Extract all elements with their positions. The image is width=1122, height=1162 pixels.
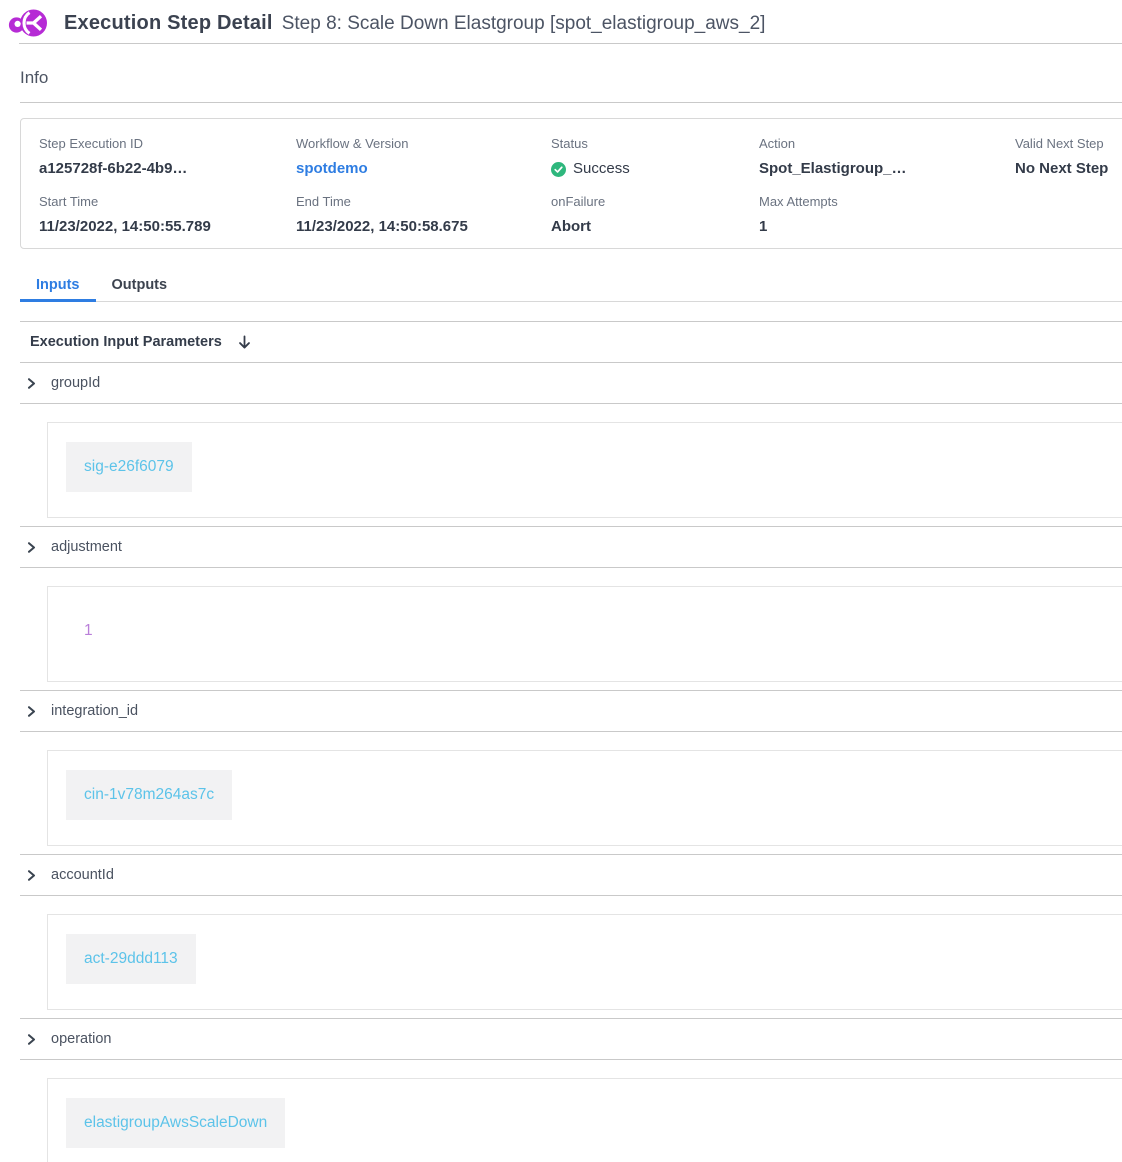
field-label: Status: [551, 135, 759, 152]
header-divider: [19, 43, 1122, 44]
param-value-number: 1: [66, 606, 111, 656]
param-name: adjustment: [51, 539, 122, 555]
field-label: Action: [759, 135, 1015, 152]
chevron-right-icon: [26, 542, 37, 553]
field-value: 1: [759, 217, 1015, 237]
field-label: onFailure: [551, 193, 759, 210]
field-end-time: End Time 11/23/2022, 14:50:58.675: [296, 193, 551, 237]
tab-inputs[interactable]: Inputs: [20, 270, 96, 302]
tabbar: Inputs Outputs: [20, 270, 1122, 302]
page-subtitle: Step 8: Scale Down Elastgroup [spot_elas…: [282, 13, 766, 35]
inputs-panel: Execution Input Parameters groupId sig-e…: [0, 321, 1122, 1162]
param-body-groupid: sig-e26f6079: [0, 404, 1122, 526]
workflow-link[interactable]: spotdemo: [296, 159, 551, 179]
app-header: Execution Step Detail Step 8: Scale Down…: [0, 0, 1122, 43]
panel-title-row: Execution Input Parameters: [0, 322, 1122, 362]
page-title: Execution Step Detail: [64, 12, 273, 35]
param-value-chip: act-29ddd113: [66, 934, 196, 984]
field-value: Spot_Elastigroup_…: [759, 159, 1015, 179]
param-header-adjustment[interactable]: adjustment: [0, 527, 1122, 567]
arrow-down-icon[interactable]: [237, 335, 252, 350]
info-section-title: Info: [20, 66, 1122, 90]
chevron-right-icon: [26, 378, 37, 389]
param-header-accountid[interactable]: accountId: [0, 855, 1122, 895]
param-name: accountId: [51, 867, 114, 883]
spot-logo-icon: [8, 6, 50, 42]
field-value: 11/23/2022, 14:50:55.789: [39, 217, 296, 237]
field-value: No Next Step: [1015, 159, 1122, 179]
param-name: groupId: [51, 375, 100, 391]
field-valid-next-step: Valid Next Step No Next Step: [1015, 135, 1122, 179]
field-start-time: Start Time 11/23/2022, 14:50:55.789: [39, 193, 296, 237]
field-value: Abort: [551, 217, 759, 237]
field-value: a125728f-6b22-4b9…: [39, 159, 296, 179]
field-action: Action Spot_Elastigroup_…: [759, 135, 1015, 179]
param-name: operation: [51, 1031, 111, 1047]
field-max-attempts: Max Attempts 1: [759, 193, 1015, 237]
param-value-chip: sig-e26f6079: [66, 442, 192, 492]
field-value: 11/23/2022, 14:50:58.675: [296, 217, 551, 237]
field-label: Max Attempts: [759, 193, 1015, 210]
field-label: Valid Next Step: [1015, 135, 1122, 152]
chevron-right-icon: [26, 870, 37, 881]
tab-outputs[interactable]: Outputs: [96, 270, 184, 302]
field-label: Step Execution ID: [39, 135, 296, 152]
param-body-operation: elastigroupAwsScaleDown: [0, 1060, 1122, 1162]
field-label: Start Time: [39, 193, 296, 210]
param-value-box: cin-1v78m264as7c: [47, 750, 1122, 846]
field-status: Status Success: [551, 135, 759, 179]
status-text: Success: [573, 159, 630, 179]
param-value-chip: elastigroupAwsScaleDown: [66, 1098, 285, 1148]
check-circle-icon: [551, 162, 566, 177]
param-body-accountid: act-29ddd113: [0, 896, 1122, 1018]
panel-title: Execution Input Parameters: [30, 334, 222, 350]
param-body-integration-id: cin-1v78m264as7c: [0, 732, 1122, 854]
info-divider: [20, 102, 1122, 103]
status-badge: Success: [551, 159, 759, 179]
param-value-box: act-29ddd113: [47, 914, 1122, 1010]
param-value-box: 1: [47, 586, 1122, 682]
info-card: Step Execution ID a125728f-6b22-4b9… Wor…: [20, 118, 1122, 249]
field-label: End Time: [296, 193, 551, 210]
field-onfailure: onFailure Abort: [551, 193, 759, 237]
field-workflow-version: Workflow & Version spotdemo: [296, 135, 551, 179]
param-header-operation[interactable]: operation: [0, 1019, 1122, 1059]
param-body-adjustment: 1: [0, 568, 1122, 690]
param-name: integration_id: [51, 703, 138, 719]
param-header-groupid[interactable]: groupId: [0, 363, 1122, 403]
param-value-box: sig-e26f6079: [47, 422, 1122, 518]
chevron-right-icon: [26, 1034, 37, 1045]
param-header-integration-id[interactable]: integration_id: [0, 691, 1122, 731]
chevron-right-icon: [26, 706, 37, 717]
param-value-box: elastigroupAwsScaleDown: [47, 1078, 1122, 1162]
param-value-chip: cin-1v78m264as7c: [66, 770, 232, 820]
field-step-execution-id: Step Execution ID a125728f-6b22-4b9…: [39, 135, 296, 179]
field-label: Workflow & Version: [296, 135, 551, 152]
